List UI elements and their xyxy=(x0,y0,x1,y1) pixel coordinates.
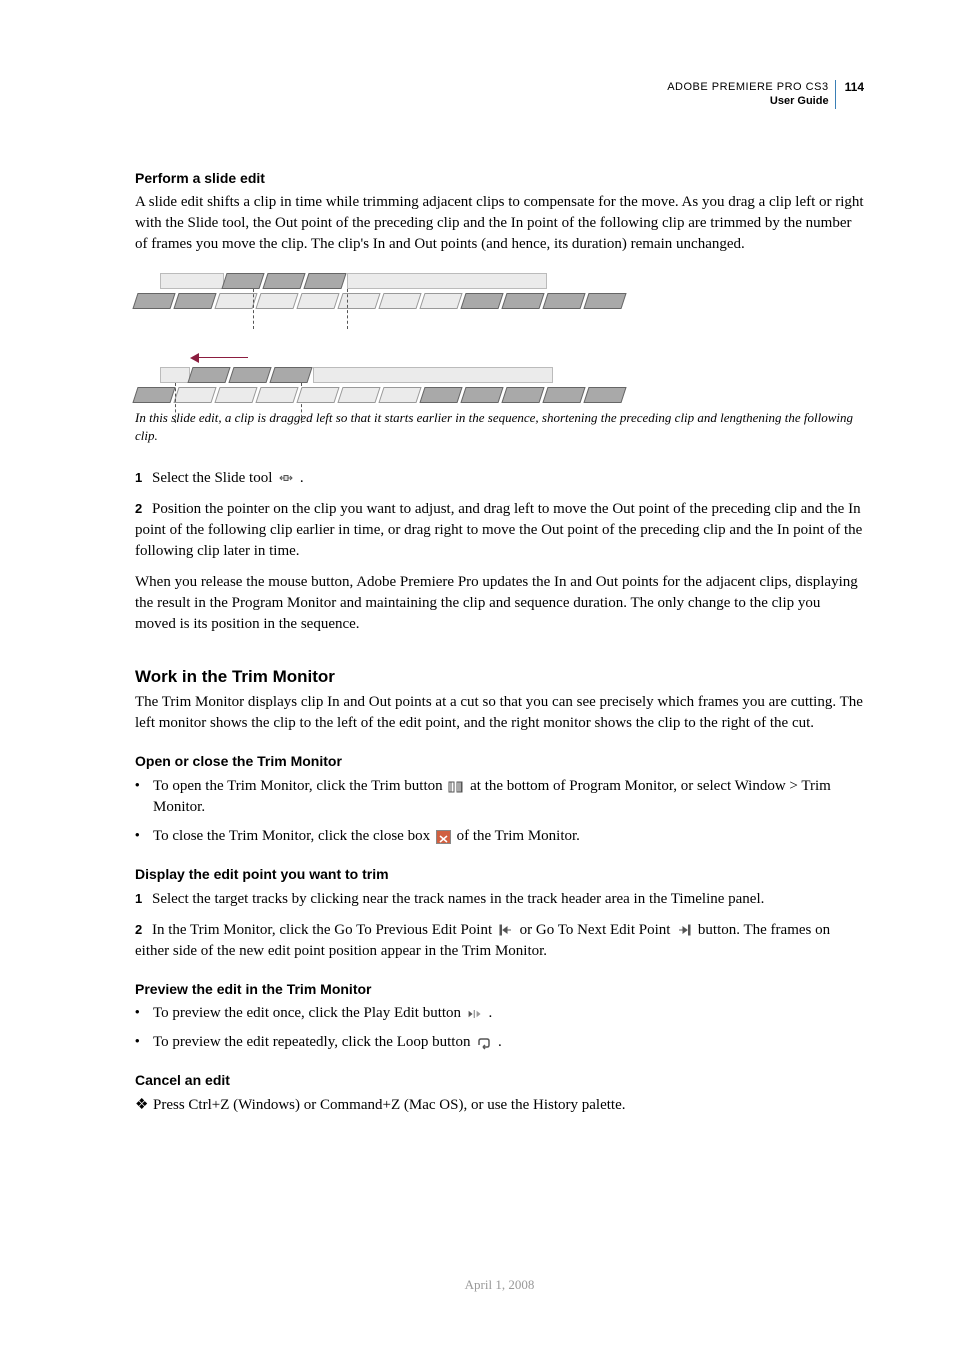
heading-work-trim-monitor: Work in the Trim Monitor xyxy=(135,665,864,689)
trim-button-icon xyxy=(448,780,464,794)
next-edit-point-icon xyxy=(676,923,692,937)
list-item: 2 In the Trim Monitor, click the Go To P… xyxy=(135,920,864,962)
close-box-icon xyxy=(436,830,451,844)
heading-cancel-edit: Cancel an edit xyxy=(135,1071,864,1091)
paragraph: The Trim Monitor displays clip In and Ou… xyxy=(135,692,864,734)
figure-caption: In this slide edit, a clip is dragged le… xyxy=(135,409,864,445)
paragraph: When you release the mouse button, Adobe… xyxy=(135,572,864,635)
product-name: ADOBE PREMIERE PRO CS3 xyxy=(667,81,828,93)
slide-tool-icon xyxy=(278,471,294,485)
heading-preview-edit: Preview the edit in the Trim Monitor xyxy=(135,980,864,1000)
paragraph: A slide edit shifts a clip in time while… xyxy=(135,192,864,255)
diamond-bullet-icon: ❖ xyxy=(135,1095,153,1116)
list-item: • To preview the edit once, click the Pl… xyxy=(135,1003,864,1024)
list-item: 1 Select the Slide tool . xyxy=(135,468,864,489)
list-item: • To close the Trim Monitor, click the c… xyxy=(135,826,864,847)
guide-name: User Guide xyxy=(770,95,829,107)
step-number: 2 xyxy=(135,922,142,937)
list-item: 1 Select the target tracks by clicking n… xyxy=(135,889,864,910)
track-segment xyxy=(160,273,224,289)
heading-display-edit-point: Display the edit point you want to trim xyxy=(135,865,864,885)
track-segment xyxy=(160,367,190,383)
page-header: ADOBE PREMIERE PRO CS3 User Guide 114 xyxy=(135,80,864,109)
track-segment xyxy=(313,367,553,383)
arrow-left-icon xyxy=(190,353,248,363)
page-footer-date: April 1, 2008 xyxy=(135,1276,864,1294)
track-segment xyxy=(347,273,547,289)
step-number: 2 xyxy=(135,501,142,516)
play-edit-icon xyxy=(467,1007,483,1021)
slide-edit-figure xyxy=(135,271,864,403)
step-number: 1 xyxy=(135,891,142,906)
heading-open-close-trim: Open or close the Trim Monitor xyxy=(135,752,864,772)
heading-perform-slide-edit: Perform a slide edit xyxy=(135,169,864,189)
loop-button-icon xyxy=(476,1036,492,1050)
step-number: 1 xyxy=(135,470,142,485)
list-item: • To preview the edit repeatedly, click … xyxy=(135,1032,864,1053)
page-number: 114 xyxy=(839,80,864,96)
prev-edit-point-icon xyxy=(498,923,514,937)
list-item: • To open the Trim Monitor, click the Tr… xyxy=(135,776,864,818)
list-item: ❖ Press Ctrl+Z (Windows) or Command+Z (M… xyxy=(135,1095,864,1116)
list-item: 2 Position the pointer on the clip you w… xyxy=(135,499,864,562)
